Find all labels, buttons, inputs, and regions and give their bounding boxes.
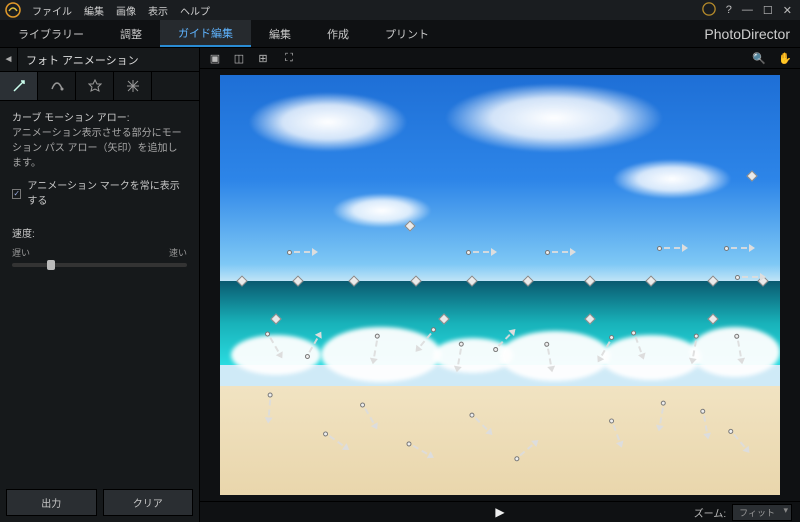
always-show-checkbox[interactable]: ✓ アニメーション マークを常に表示する bbox=[12, 179, 187, 209]
zoom-select[interactable]: フィット bbox=[732, 504, 792, 521]
tab-library[interactable]: ライブラリー bbox=[0, 20, 102, 47]
motion-arrow[interactable] bbox=[287, 247, 318, 257]
zoom-label: ズーム: bbox=[694, 505, 726, 520]
minimize-icon[interactable]: ― bbox=[742, 4, 753, 17]
view-compare-icon[interactable]: ◫ bbox=[230, 50, 248, 66]
secondary-logo-icon bbox=[702, 2, 716, 19]
motion-arrow[interactable] bbox=[724, 243, 755, 253]
motion-arrow[interactable] bbox=[657, 243, 688, 253]
view-fullscreen-icon[interactable]: ⛶ bbox=[280, 50, 298, 66]
tool-star[interactable] bbox=[76, 72, 114, 100]
menu-edit[interactable]: 編集 bbox=[84, 3, 104, 18]
speed-slider-thumb[interactable] bbox=[47, 260, 55, 270]
tool-motion-arrow[interactable] bbox=[0, 72, 38, 100]
motion-arrow[interactable] bbox=[735, 272, 766, 282]
photo-canvas[interactable] bbox=[220, 75, 780, 495]
tab-create[interactable]: 作成 bbox=[309, 20, 367, 47]
motion-arrow[interactable] bbox=[545, 247, 576, 257]
tab-guided[interactable]: ガイド編集 bbox=[160, 20, 251, 47]
checkbox-icon: ✓ bbox=[12, 189, 21, 199]
tool-heading: カーブ モーション アロー: bbox=[12, 111, 187, 126]
maximize-icon[interactable]: ☐ bbox=[763, 4, 773, 17]
tool-anchor[interactable] bbox=[38, 72, 76, 100]
motion-arrow[interactable] bbox=[466, 247, 497, 257]
back-icon[interactable]: ◄ bbox=[0, 48, 18, 72]
view-grid-icon[interactable]: ⊞ bbox=[254, 50, 272, 66]
speed-slider[interactable] bbox=[12, 263, 187, 267]
menu-help[interactable]: ヘルプ bbox=[180, 3, 210, 18]
help-icon[interactable]: ? bbox=[726, 4, 732, 17]
panel-title: フォト アニメーション bbox=[18, 52, 139, 68]
output-button[interactable]: 出力 bbox=[6, 489, 97, 516]
checkbox-label: アニメーション マークを常に表示する bbox=[27, 179, 187, 209]
speed-label: 速度: bbox=[12, 225, 187, 240]
tab-print[interactable]: プリント bbox=[367, 20, 447, 47]
speed-fast-label: 速い bbox=[169, 246, 187, 259]
tool-description: アニメーション表示させる部分にモーション パス アロー（矢印）を追加します。 bbox=[12, 126, 187, 171]
speed-slow-label: 遅い bbox=[12, 246, 30, 259]
zoom-tool-icon[interactable]: 🔍 bbox=[750, 50, 768, 66]
tab-adjust[interactable]: 調整 bbox=[102, 20, 160, 47]
clear-button[interactable]: クリア bbox=[103, 489, 194, 516]
app-logo-icon bbox=[4, 1, 22, 19]
menu-view[interactable]: 表示 bbox=[148, 3, 168, 18]
tab-edit[interactable]: 編集 bbox=[251, 20, 309, 47]
pan-tool-icon[interactable]: ✋ bbox=[776, 50, 794, 66]
motion-arrow[interactable] bbox=[263, 392, 276, 424]
menu-file[interactable]: ファイル bbox=[32, 3, 72, 18]
tool-freeze[interactable] bbox=[114, 72, 152, 100]
menu-image[interactable]: 画像 bbox=[116, 3, 136, 18]
view-single-icon[interactable]: ▣ bbox=[206, 50, 224, 66]
app-brand: PhotoDirector bbox=[704, 20, 800, 47]
close-icon[interactable]: ✕ bbox=[783, 4, 792, 17]
play-button[interactable]: ▶ bbox=[495, 505, 504, 519]
